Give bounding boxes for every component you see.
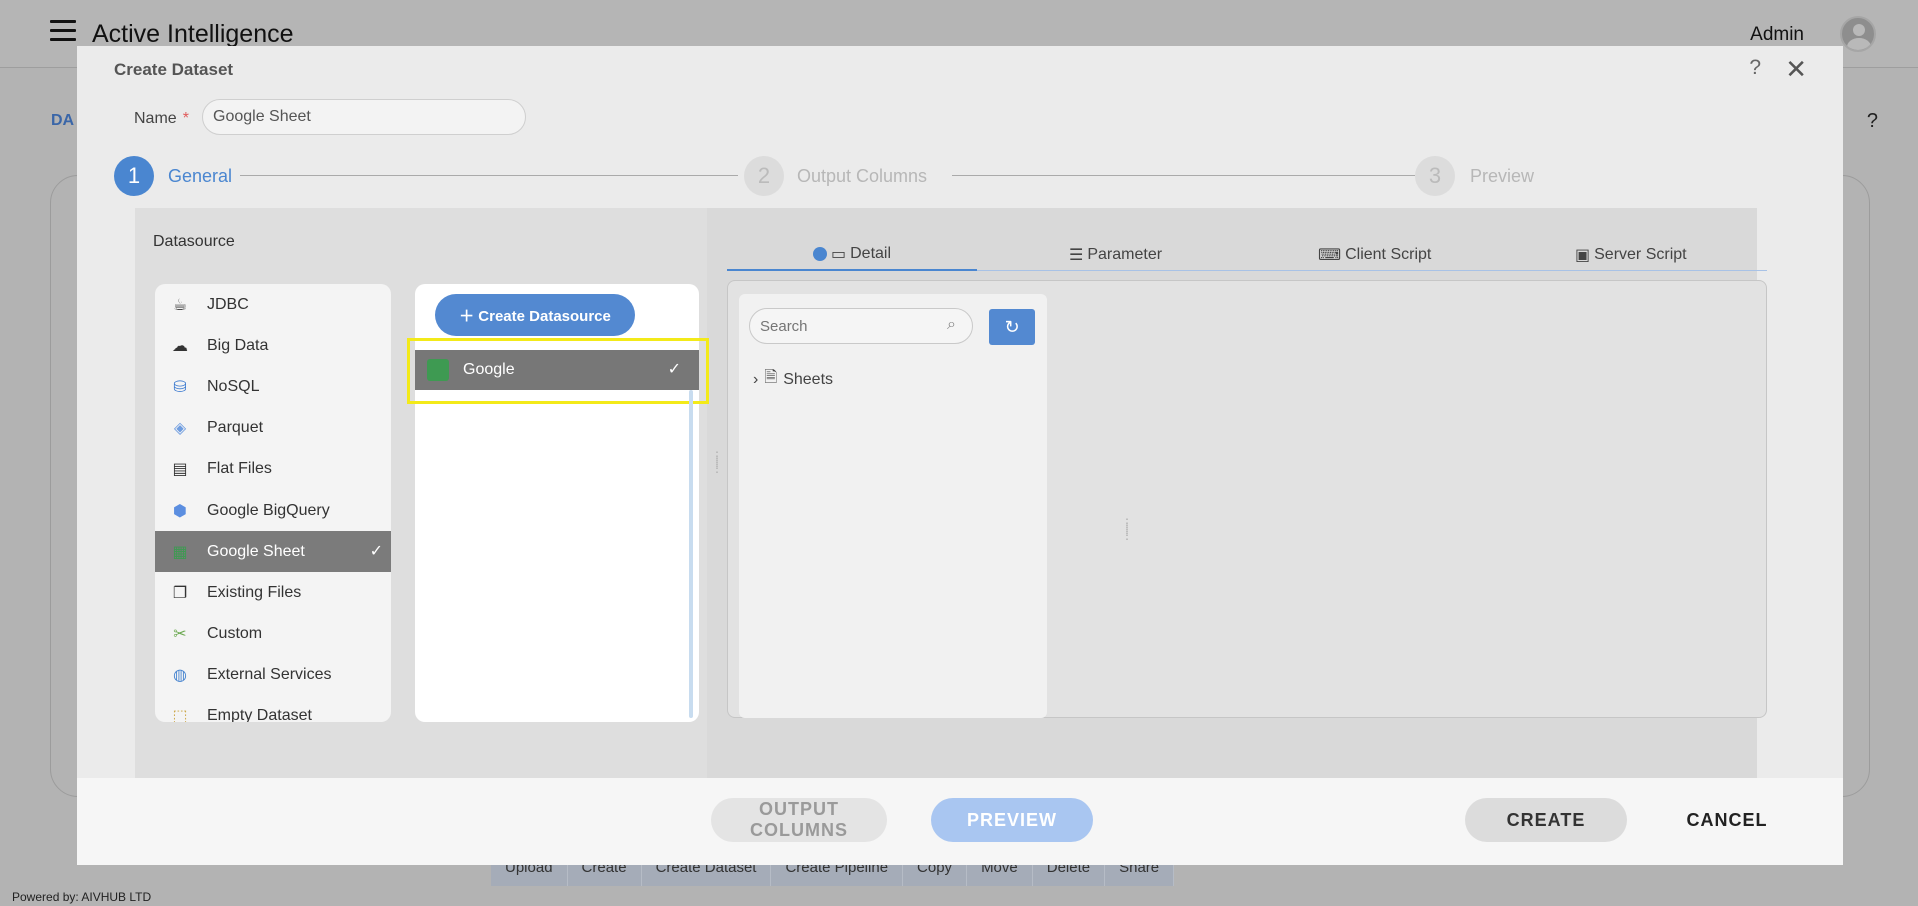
avatar[interactable] (1840, 16, 1876, 52)
custom-icon: ✂ (173, 626, 187, 644)
bg-section-label: DA (51, 112, 75, 129)
check-icon: ✓ (369, 543, 383, 561)
datasource-item-bigquery[interactable]: ⬢ Google BigQuery (155, 490, 391, 531)
selection-highlight (407, 338, 709, 404)
close-icon[interactable]: ✕ (1785, 54, 1807, 85)
modal-footer: OUTPUT COLUMNS PREVIEW CREATE CANCEL (77, 778, 1843, 865)
plus-icon: ＋ (459, 307, 479, 325)
stepper: 1 General 2 Output Columns 3 Preview (114, 156, 1804, 196)
tab-parameter[interactable]: ☰ Parameter (1069, 245, 1162, 265)
resize-handle[interactable]: ⋮ ⋮ ⋮ (711, 450, 723, 474)
datasource-item-custom[interactable]: ✂ Custom (155, 614, 391, 655)
powered-by: Powered by: AIVHUB LTD (12, 890, 152, 904)
tree-node-sheets[interactable]: › 🗎 Sheets (753, 366, 833, 393)
app-title: Active Intelligence (92, 20, 294, 48)
step-connector (240, 175, 738, 176)
existing-files-icon: ❐ (172, 584, 188, 602)
resize-handle[interactable]: ⋮ ⋮ ⋮ (1121, 517, 1133, 541)
tab-detail[interactable]: ▭ Detail (727, 238, 978, 271)
modal-title: Create Dataset (114, 60, 234, 79)
empty-dataset-icon: ⬚ (172, 708, 188, 722)
monitor-icon: ▣ (1575, 247, 1591, 264)
datasource-item-flat-files[interactable]: ▤ Flat Files (155, 449, 391, 490)
name-input[interactable] (202, 99, 526, 135)
datasource-item-big-data[interactable]: ☁ Big Data (155, 325, 391, 366)
step-1-circle[interactable]: 1 (114, 156, 154, 196)
jdbc-icon: ☕ (172, 296, 188, 314)
step-3-circle[interactable]: 3 (1415, 156, 1455, 196)
nosql-icon: ⛁ (173, 378, 187, 396)
general-content: Datasource ☕ JDBC ☁ Big Data ⛁ NoSQL ◈ Parqu… (135, 208, 1767, 778)
help-icon[interactable]: ? (1749, 56, 1761, 80)
code-icon: ⌨ (1318, 247, 1342, 264)
datasource-item-external-services[interactable]: ◍ External Services (155, 655, 391, 696)
datasource-item-existing-files[interactable]: ❐ Existing Files (155, 572, 391, 613)
bigquery-icon: ⬢ (173, 502, 187, 520)
preview-button[interactable]: PREVIEW (931, 798, 1093, 842)
refresh-icon: ↻ (1004, 317, 1020, 337)
datasource-list-scrollbar[interactable] (689, 390, 693, 718)
detail-tab-icon: ▭ (831, 245, 847, 263)
create-datasource-button[interactable]: ＋ Create Datasource (435, 294, 635, 336)
datasource-item-nosql[interactable]: ⛁ NoSQL (155, 366, 391, 407)
create-dataset-modal: Create Dataset ? ✕ Name* 1 General 2 Out… (77, 46, 1843, 865)
bg-help-icon[interactable]: ? (1867, 110, 1878, 133)
search-input[interactable] (749, 308, 973, 344)
user-name[interactable]: Admin (1750, 24, 1804, 46)
parquet-icon: ◈ (173, 420, 187, 438)
google-sheet-icon: ▦ (172, 543, 188, 561)
sliders-icon: ☰ (1069, 247, 1084, 264)
detail-tabs: ▭ Detail ☰ Parameter ⌨ Client Script ▣ Serve… (727, 238, 1767, 271)
output-columns-button[interactable]: OUTPUT COLUMNS (711, 798, 887, 842)
tab-client-script[interactable]: ⌨ Client Script (1318, 245, 1431, 265)
tab-server-script[interactable]: ▣ Server Script (1575, 245, 1687, 265)
step-2-circle[interactable]: 2 (744, 156, 784, 196)
globe-icon: ◍ (173, 667, 187, 685)
datasource-label: Datasource (153, 233, 235, 250)
datasource-item-jdbc[interactable]: ☕ JDBC (155, 284, 391, 325)
cancel-button[interactable]: CANCEL (1657, 798, 1797, 842)
required-mark: * (182, 110, 189, 127)
active-dot-icon (813, 246, 827, 261)
refresh-button[interactable]: ↻ (989, 309, 1035, 345)
create-button[interactable]: CREATE (1465, 798, 1627, 842)
file-icon: 🗎 (764, 369, 778, 386)
datasource-type-list: ☕ JDBC ☁ Big Data ⛁ NoSQL ◈ Parquet ▤ Flat Fi… (155, 284, 391, 722)
step-connector (952, 175, 1415, 176)
datasource-item-empty-dataset[interactable]: ⬚ Empty Dataset (155, 696, 391, 722)
datasource-item-parquet[interactable]: ◈ Parquet (155, 408, 391, 449)
big-data-icon: ☁ (172, 337, 188, 355)
datasource-item-google-sheet[interactable]: ▦ Google Sheet ✓ (155, 531, 391, 573)
step-3-label[interactable]: Preview (1470, 166, 1534, 187)
hamburger-menu-icon[interactable] (50, 20, 76, 42)
step-1-label[interactable]: General (168, 166, 232, 187)
name-label: Name * (134, 110, 189, 127)
tree-panel (739, 294, 1047, 718)
step-2-label[interactable]: Output Columns (797, 166, 927, 187)
flat-files-icon: ▤ (172, 461, 188, 479)
chevron-right-icon[interactable]: › (753, 371, 758, 389)
search-icon[interactable]: ⌕ (947, 316, 956, 334)
